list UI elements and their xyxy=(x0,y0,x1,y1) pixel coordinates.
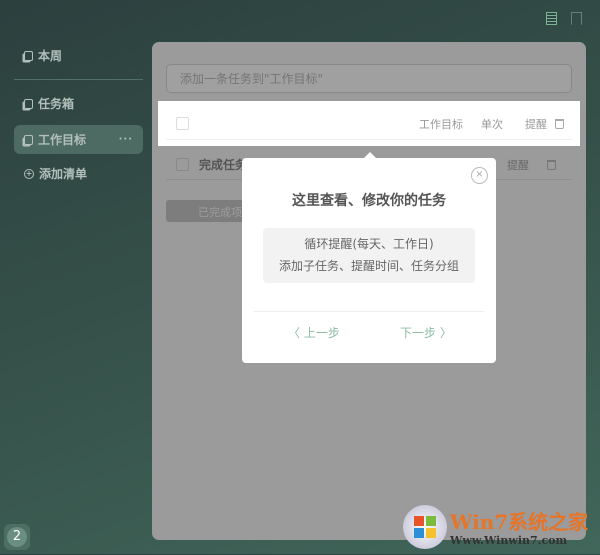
list-icon xyxy=(24,98,33,109)
watermark: Win7系统之家 Www.Winwin7.com xyxy=(403,505,600,555)
bookmark-icon[interactable] xyxy=(571,12,582,25)
dialog-info-box: 循环提醒(每天、工作日) 添加子任务、提醒时间、任务分组 xyxy=(263,228,475,283)
next-step-button[interactable]: 下一步 〉 xyxy=(400,324,452,341)
task-checkbox[interactable] xyxy=(176,117,189,130)
badge-count: 2 xyxy=(7,527,27,547)
trash-icon[interactable] xyxy=(555,118,564,129)
task-title: 完成任务 xyxy=(199,158,248,172)
task-row-highlighted[interactable]: 工作目标 单次 提醒 xyxy=(158,101,580,146)
row-divider xyxy=(166,139,572,140)
sidebar-item-label: 工作目标 xyxy=(38,133,87,147)
sidebar-item-week[interactable]: 本周 xyxy=(14,41,143,70)
info-line: 添加子任务、提醒时间、任务分组 xyxy=(278,259,459,273)
task-list-label[interactable]: 工作目标 xyxy=(419,116,463,132)
list-view-icon[interactable] xyxy=(546,12,557,25)
watermark-url: Www.Winwin7.com xyxy=(450,534,568,547)
dialog-pointer xyxy=(364,152,376,158)
remind-button[interactable]: 提醒 xyxy=(525,116,547,132)
watermark-brand: Win7系统之家 xyxy=(450,510,589,534)
sidebar-item-label: 任务箱 xyxy=(38,97,75,111)
more-icon[interactable]: ··· xyxy=(119,134,133,145)
top-toolbar xyxy=(546,12,582,25)
task-checkbox[interactable] xyxy=(176,158,189,171)
add-list-button[interactable]: + 添加清单 xyxy=(14,159,143,188)
sidebar-item-label: 本周 xyxy=(38,49,63,63)
dialog-title: 这里查看、修改你的任务 xyxy=(292,193,446,209)
plus-icon: + xyxy=(24,168,34,179)
close-icon[interactable]: × xyxy=(471,167,488,184)
guide-dialog: × 这里查看、修改你的任务 循环提醒(每天、工作日) 添加子任务、提醒时间、任务… xyxy=(242,152,496,363)
trash-icon[interactable] xyxy=(547,160,556,170)
sidebar-divider xyxy=(14,79,143,80)
remind-button[interactable]: 提醒 xyxy=(507,157,529,173)
notification-badge[interactable]: 2 xyxy=(4,524,30,550)
list-icon xyxy=(24,134,33,145)
repeat-button[interactable]: 单次 xyxy=(481,116,503,132)
windows-logo-icon xyxy=(403,505,447,549)
add-task-input[interactable] xyxy=(166,64,572,93)
info-line: 循环提醒(每天、工作日) xyxy=(304,237,434,251)
previous-step-button[interactable]: 〈 上一步 xyxy=(288,324,340,341)
sidebar-item-work-goals[interactable]: 工作目标 ··· xyxy=(14,125,143,154)
add-list-label: 添加清单 xyxy=(39,167,88,181)
list-icon xyxy=(24,50,33,61)
sidebar-item-inbox[interactable]: 任务箱 xyxy=(14,89,143,118)
dialog-divider xyxy=(254,311,484,312)
